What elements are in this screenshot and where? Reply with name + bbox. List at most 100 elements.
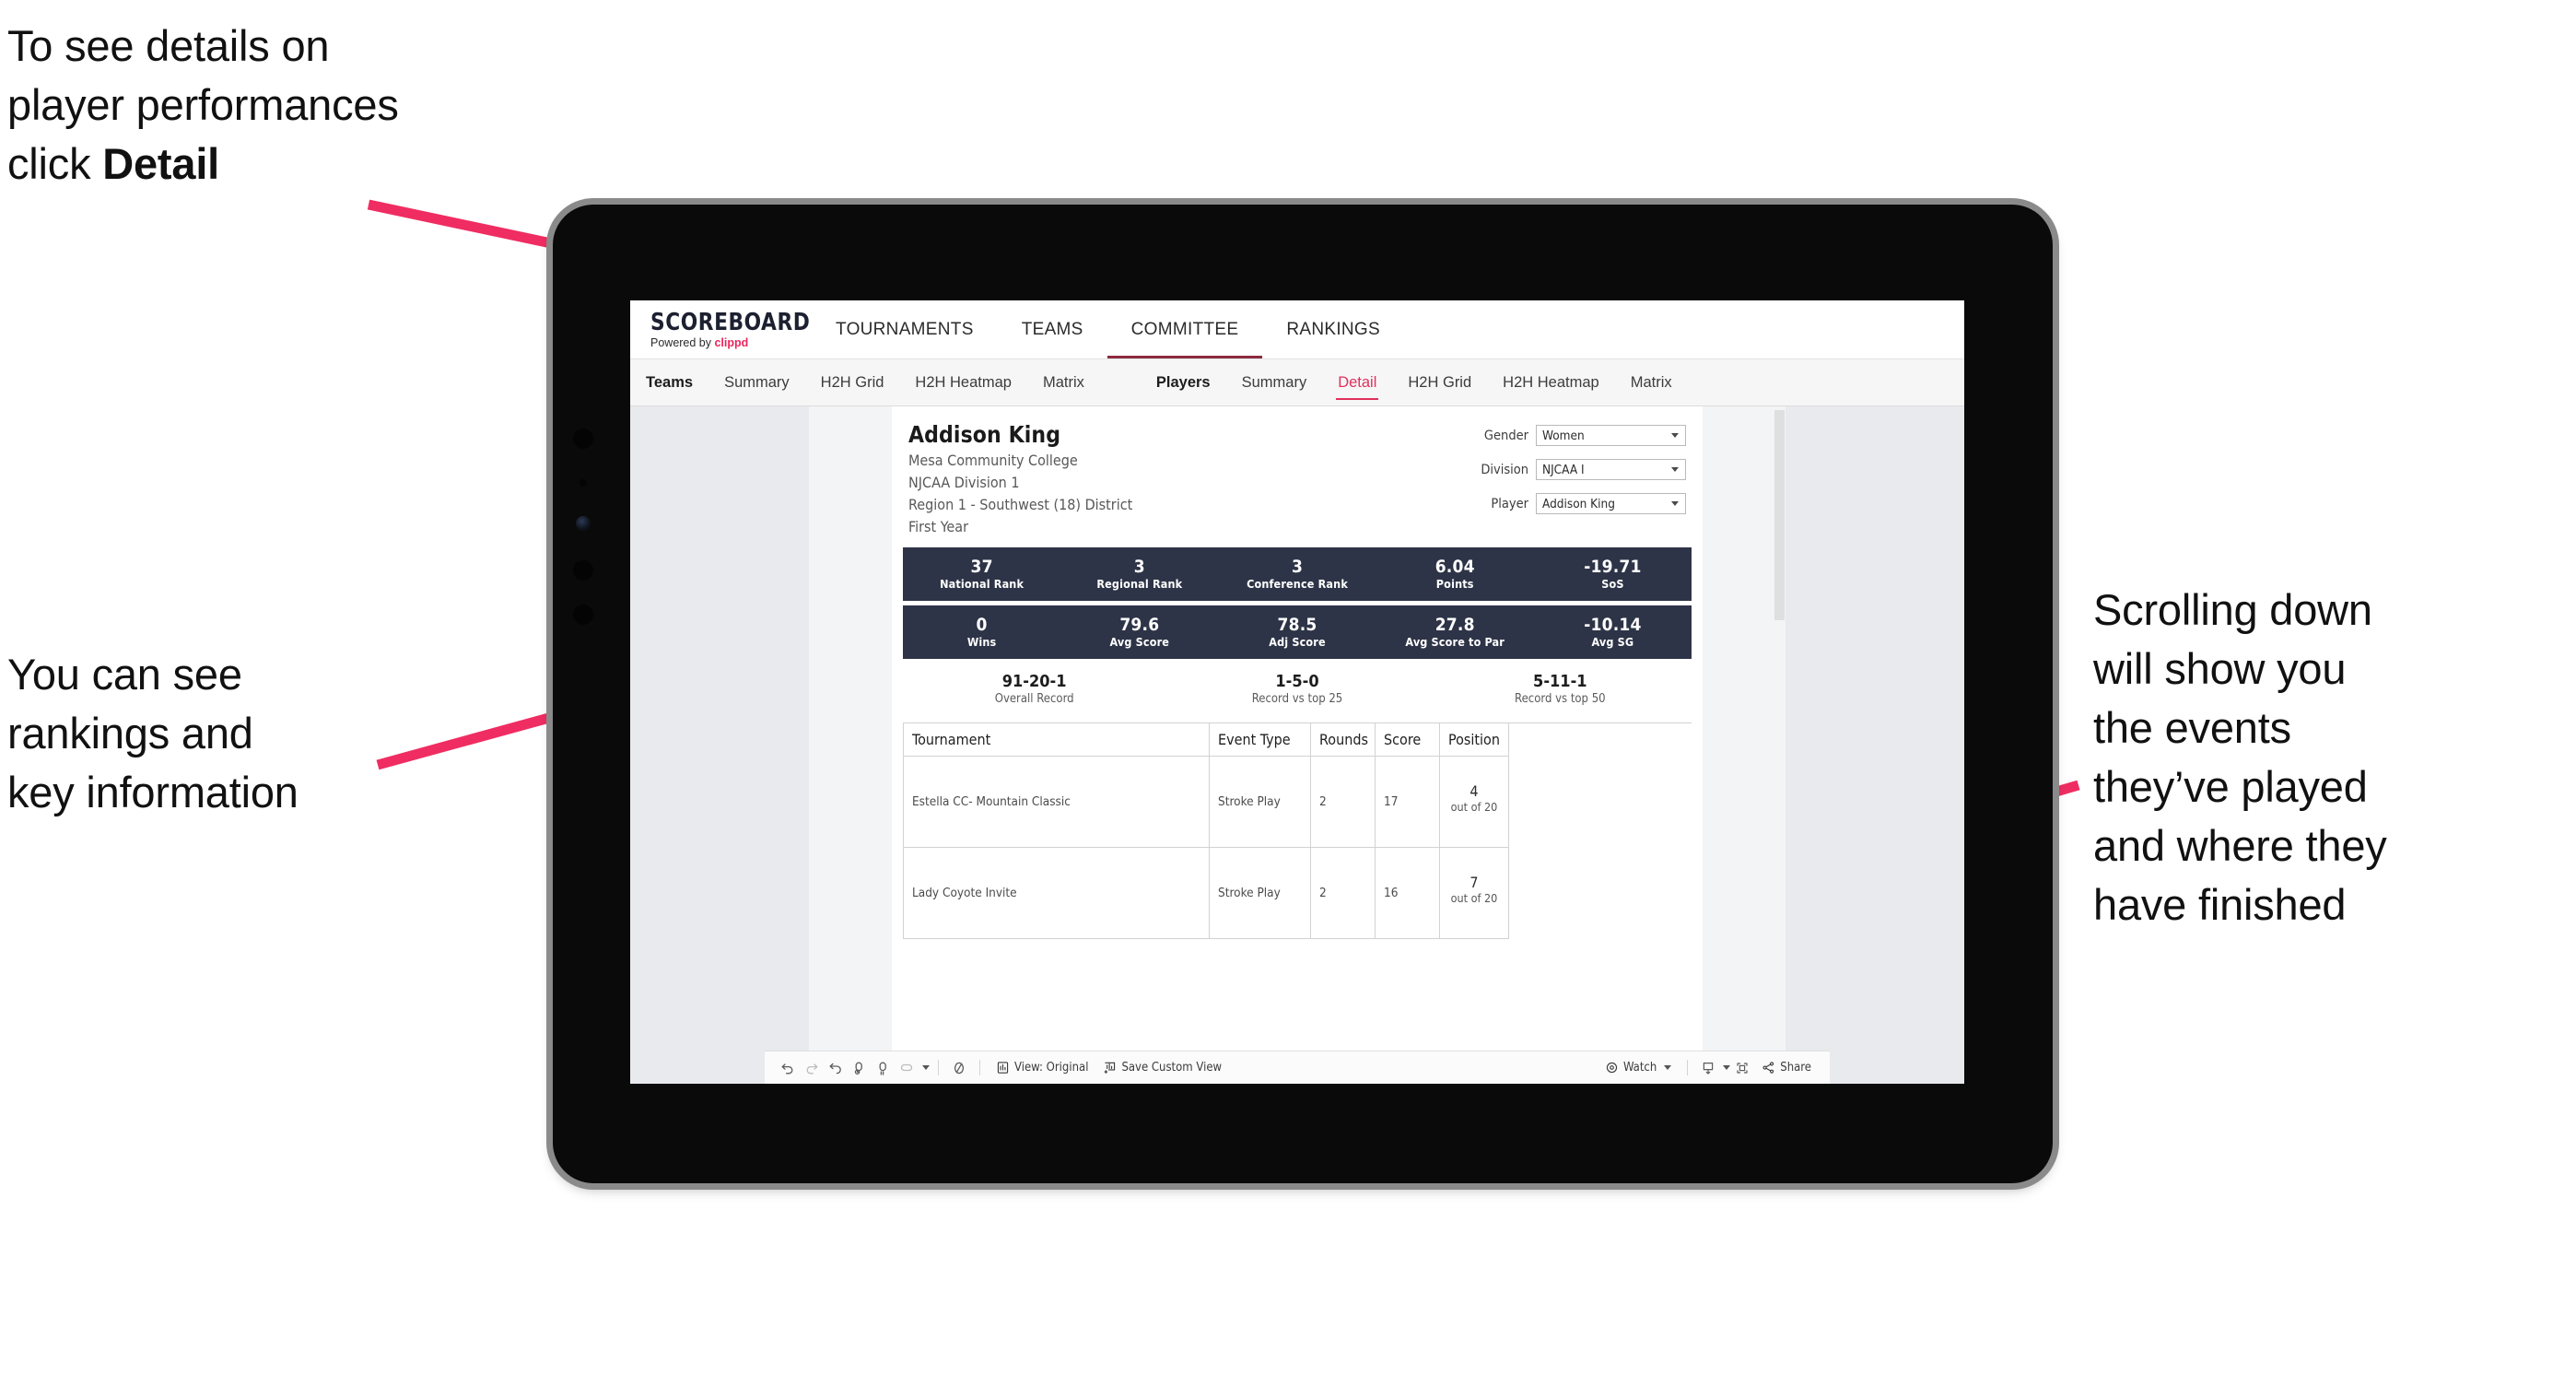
record-label: Record vs top 50 (1515, 692, 1606, 707)
subnav-item-players-h2h-heatmap[interactable]: H2H Heatmap (1487, 359, 1615, 405)
subnav-group-teams: Teams Summary H2H Grid H2H Heatmap Matri… (630, 359, 1100, 405)
record-value: 1-5-0 (1275, 671, 1319, 691)
share-button[interactable]: Share (1754, 1056, 1819, 1080)
toolbar-divider (938, 1060, 939, 1075)
stat-value: -19.71 (1584, 556, 1642, 577)
player-division: NJCAA Division 1 (908, 473, 1020, 491)
annotation-detail-bold: Detail (102, 138, 220, 188)
stat-avg-sg: -10.14 Avg SG (1534, 615, 1692, 650)
stat-label: Points (1435, 577, 1474, 592)
player-detail-sheet: Addison King Mesa Community College NJCA… (892, 406, 1703, 1084)
subnav-item-teams-summary[interactable]: Summary (708, 359, 805, 405)
stat-value: 6.04 (1434, 556, 1475, 577)
stat-adj-score: 78.5 Adj Score (1218, 615, 1376, 650)
gender-select[interactable]: Women (1536, 425, 1686, 446)
stat-value: 78.5 (1277, 614, 1317, 635)
cell-score: 16 (1376, 848, 1440, 940)
cell-tournament: Lady Coyote Invite (904, 848, 1210, 940)
brand-clippd-name: clippd (714, 335, 749, 349)
subnav-item-players-h2h-grid[interactable]: H2H Grid (1392, 359, 1487, 405)
player-select-value: Addison King (1542, 496, 1615, 511)
subnav-item-players-detail[interactable]: Detail (1322, 359, 1392, 405)
record-vs-top-25: 1-5-0 Record vs top 25 (1165, 672, 1428, 708)
subnav-item-players-matrix[interactable]: Matrix (1615, 359, 1688, 405)
subnav-group-players: Players Summary Detail H2H Grid H2H Heat… (1141, 359, 1688, 405)
stat-value: 37 (970, 556, 993, 577)
stat-label: Regional Rank (1096, 577, 1183, 592)
subnav-item-teams-matrix[interactable]: Matrix (1027, 359, 1100, 405)
filter-label-player: Player (1491, 496, 1528, 511)
table-row[interactable]: Lady Coyote Invite Stroke Play 2 16 7 ou… (904, 848, 1692, 940)
camera-lens-icon (576, 516, 591, 531)
undo-icon[interactable] (776, 1056, 800, 1080)
view-original-button[interactable]: View: Original (989, 1056, 1095, 1080)
chevron-down-icon (1671, 501, 1679, 506)
division-select-value: NJCAA I (1542, 462, 1585, 477)
stat-sos: -19.71 SoS (1534, 557, 1692, 592)
cell-rounds: 2 (1311, 848, 1376, 940)
record-overall: 91-20-1 Overall Record (903, 672, 1165, 708)
watch-button[interactable]: Watch (1598, 1056, 1679, 1080)
view-original-label: View: Original (1014, 1061, 1089, 1075)
stat-label: Avg Score (1109, 635, 1170, 650)
position-number: 4 (1469, 781, 1479, 800)
refresh-data-icon[interactable] (848, 1056, 872, 1080)
player-college: Mesa Community College (908, 451, 1078, 469)
cell-position: 7 out of 20 (1440, 848, 1509, 940)
vertical-scrollbar-track[interactable] (1774, 406, 1786, 1084)
download-icon[interactable] (1696, 1056, 1720, 1080)
brand-title: SCOREBOARD (650, 308, 811, 336)
record-label: Overall Record (994, 692, 1074, 707)
loop-icon[interactable] (896, 1056, 919, 1080)
chevron-down-icon (1671, 433, 1679, 438)
cell-tournament: Estella CC- Mountain Classic (904, 757, 1210, 849)
topnav-item-tournaments[interactable]: TOURNAMENTS (812, 300, 998, 358)
column-header-rounds[interactable]: Rounds (1311, 723, 1376, 758)
chevron-down-icon (1664, 1065, 1672, 1070)
stat-label: Adj Score (1269, 635, 1326, 650)
column-header-score[interactable]: Score (1376, 723, 1440, 758)
subnav-item-teams-h2h-heatmap[interactable]: H2H Heatmap (899, 359, 1027, 405)
stat-value: 0 (976, 614, 988, 635)
microphone-dot-icon (580, 479, 587, 487)
player-identity-block: Addison King Mesa Community College NJCA… (892, 406, 1703, 547)
redo-icon[interactable] (800, 1056, 824, 1080)
stat-avg-score-to-par: 27.8 Avg Score to Par (1376, 615, 1534, 650)
subnav-item-teams-h2h-grid[interactable]: H2H Grid (805, 359, 900, 405)
chevron-down-icon[interactable] (922, 1065, 930, 1070)
brand-subtitle: Powered by clippd (650, 337, 812, 349)
pause-auto-updates-icon[interactable] (872, 1056, 896, 1080)
app-header: SCOREBOARD Powered by clippd TOURNAMENTS… (630, 300, 1964, 359)
player-region: Region 1 - Southwest (18) District (908, 495, 1133, 513)
subnav-item-players-summary[interactable]: Summary (1226, 359, 1323, 405)
stat-avg-score: 79.6 Avg Score (1060, 615, 1218, 650)
stat-national-rank: 37 National Rank (903, 557, 1060, 592)
topnav-item-committee[interactable]: COMMITTEE (1107, 300, 1263, 358)
revert-icon[interactable] (824, 1056, 848, 1080)
brand-logo[interactable]: SCOREBOARD Powered by clippd (630, 300, 812, 358)
full-screen-icon[interactable] (1730, 1056, 1754, 1080)
division-select[interactable]: NJCAA I (1536, 459, 1686, 480)
annotation-rankings: You can see rankings and key information (7, 650, 299, 816)
chevron-down-icon[interactable] (1723, 1065, 1731, 1070)
column-header-tournament[interactable]: Tournament (904, 723, 1210, 758)
save-custom-view-button[interactable]: Save Custom View (1095, 1056, 1229, 1080)
stat-value: 27.8 (1434, 614, 1475, 635)
vertical-scrollbar-thumb[interactable] (1774, 410, 1785, 620)
column-header-event-type[interactable]: Event Type (1210, 723, 1311, 758)
subnav-item-players[interactable]: Players (1141, 359, 1226, 405)
column-header-position[interactable]: Position (1440, 723, 1509, 758)
record-value: 5-11-1 (1533, 671, 1587, 691)
subnav-item-teams[interactable]: Teams (630, 359, 708, 405)
player-select[interactable]: Addison King (1536, 493, 1686, 514)
stat-label: Avg SG (1591, 635, 1634, 650)
toolbar-divider (1687, 1060, 1689, 1075)
tournaments-table: Tournament Event Type Rounds Score Posit… (903, 722, 1692, 940)
table-row[interactable]: Estella CC- Mountain Classic Stroke Play… (904, 757, 1692, 849)
filter-row-division: Division NJCAA I (1410, 459, 1686, 480)
topnav-item-rankings[interactable]: RANKINGS (1262, 300, 1404, 358)
clear-sheet-icon[interactable] (947, 1056, 971, 1080)
position-out-of: out of 20 (1450, 799, 1498, 814)
topnav-item-teams[interactable]: TEAMS (998, 300, 1107, 358)
record-vs-top-50: 5-11-1 Record vs top 50 (1429, 672, 1692, 708)
